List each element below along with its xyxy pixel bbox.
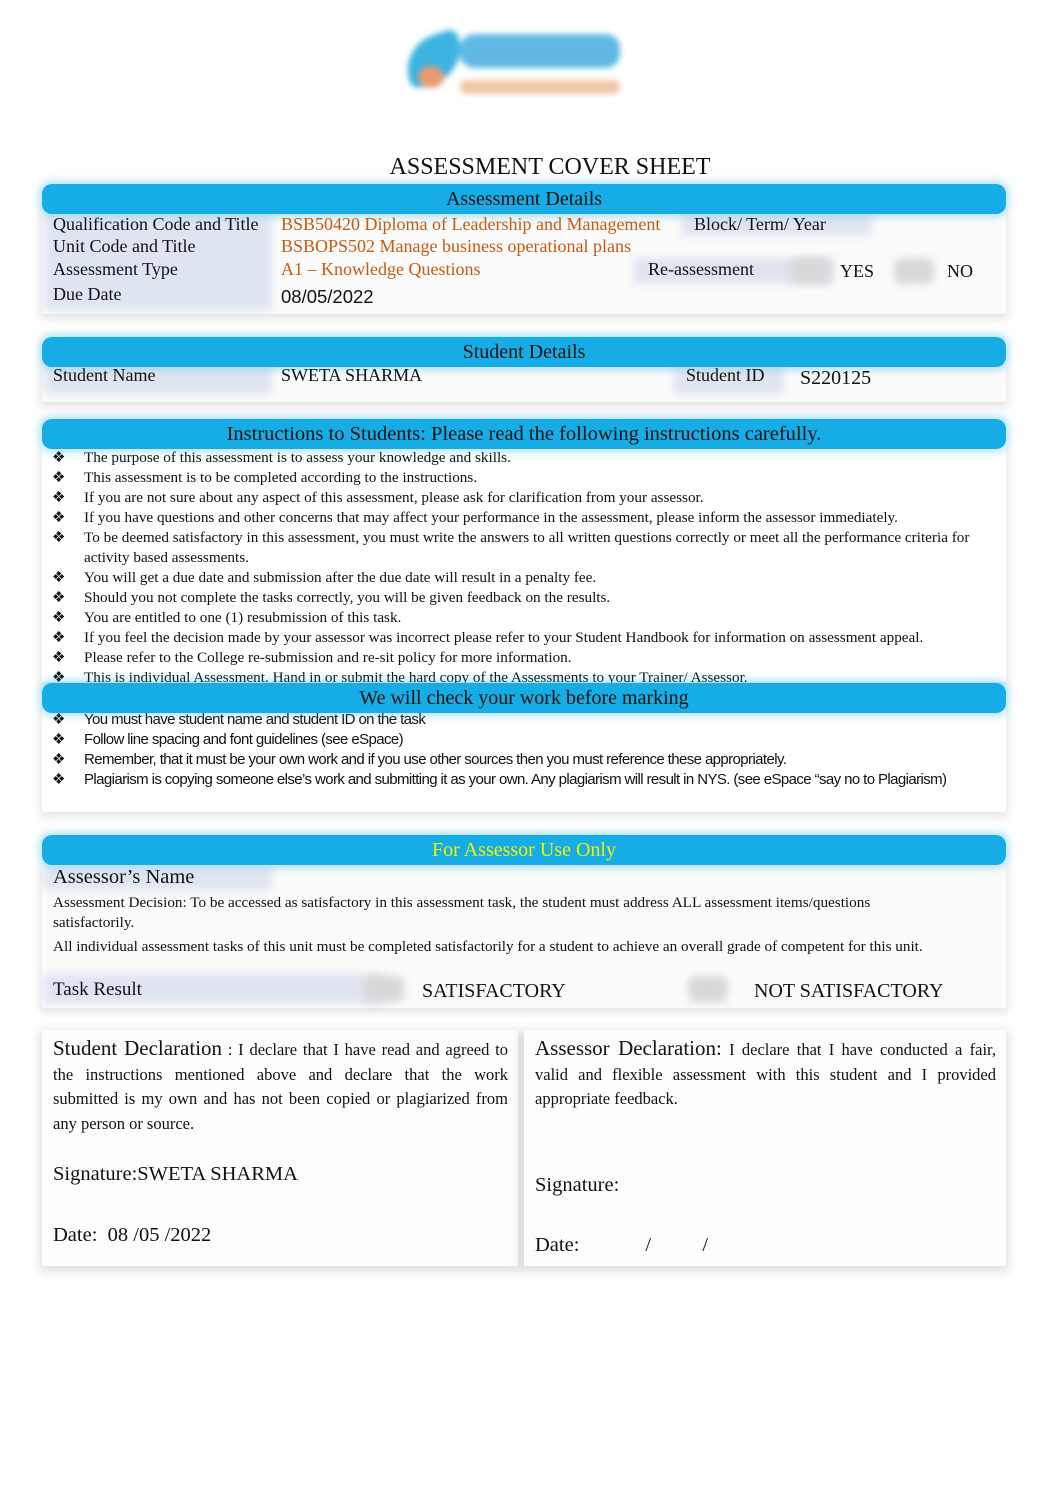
diamond-bullet-icon: ❖ <box>52 510 66 526</box>
diamond-bullet-icon: ❖ <box>52 771 65 788</box>
assessor-heading: For Assessor Use Only <box>42 835 1006 865</box>
diamond-bullet-icon: ❖ <box>52 610 66 626</box>
student-date-value[interactable]: 08 /05 /2022 <box>108 1224 212 1246</box>
assessor-declaration-heading: Assessor Declaration: <box>535 1036 722 1060</box>
unit-value: BSBOPS502 Manage business operational pl… <box>281 236 631 256</box>
list-item: ❖ Please refer to the College re-submissi… <box>52 648 974 668</box>
student-name-value[interactable]: SWETA SHARMA <box>281 365 422 386</box>
diamond-bullet-icon: ❖ <box>52 490 66 506</box>
assessment-decision-text: Assessment Decision: To be accessed as s… <box>53 894 871 931</box>
diamond-bullet-icon: ❖ <box>52 711 65 728</box>
not-satisfactory-label: NOT SATISFACTORY <box>754 980 944 1002</box>
list-item: ❖ The purpose of this assessment is to as… <box>52 448 974 468</box>
unit-label: Unit Code and Title <box>53 236 196 256</box>
list-item: ❖ You will get a due date and submission … <box>52 568 974 588</box>
list-item: ❖ Remember, that it must be your own work… <box>52 750 1006 770</box>
list-item-text: Plagiarism is copying someone else’s wor… <box>84 771 947 788</box>
diamond-bullet-icon: ❖ <box>52 470 66 486</box>
assessment-details-heading: Assessment Details <box>42 184 1006 214</box>
assessor-date-field[interactable]: / / <box>645 1234 708 1256</box>
reassessment-label: Re-assessment <box>648 259 754 279</box>
assessor-date-label: Date: <box>535 1234 580 1256</box>
list-item-text: If you have questions and other concerns… <box>84 509 898 526</box>
student-signature-label: Signature: <box>53 1163 138 1185</box>
skyline-logo-icon <box>398 26 622 104</box>
student-details-heading: Student Details <box>42 337 1006 367</box>
all-tasks-text: All individual assessment tasks of this … <box>53 938 923 955</box>
student-declaration-box: Student Declaration : I declare that I h… <box>42 1030 518 1266</box>
check-section: ❖ You must have student name and student … <box>42 708 1006 812</box>
list-item-text: Follow line spacing and font guidelines … <box>84 731 404 748</box>
assessor-signature-label: Signature: <box>535 1174 620 1196</box>
list-item-text: To be deemed satisfactory in this assess… <box>84 529 970 566</box>
instructions-section: ❖ The purpose of this assessment is to as… <box>42 446 1006 686</box>
list-item-text: You must have student name and student I… <box>84 711 426 728</box>
task-result-label: Task Result <box>53 979 142 1000</box>
student-name-label: Student Name <box>53 365 156 385</box>
reassessment-yes-checkbox[interactable] <box>790 258 830 284</box>
list-item-text: This assessment is to be completed accor… <box>84 469 478 486</box>
check-list: ❖ You must have student name and student … <box>52 710 1006 790</box>
diamond-bullet-icon: ❖ <box>52 450 66 466</box>
student-date-label: Date: <box>53 1224 98 1246</box>
diamond-bullet-icon: ❖ <box>52 650 66 666</box>
assessment-type-label: Assessment Type <box>53 259 178 279</box>
list-item: ❖ If you are not sure about any aspect of… <box>52 488 974 508</box>
block-term-year-label: Block/ Term/ Year <box>694 214 826 234</box>
list-item-text: Please refer to the College re-submissio… <box>84 649 572 666</box>
reassessment-no-label: NO <box>947 261 973 281</box>
diamond-bullet-icon: ❖ <box>52 630 66 646</box>
diamond-bullet-icon: ❖ <box>52 570 66 586</box>
list-item-text: If you are not sure about any aspect of … <box>84 489 704 506</box>
reassessment-no-checkbox[interactable] <box>894 258 934 284</box>
block-term-year-field[interactable] <box>880 214 1000 234</box>
list-item: ❖ You are entitled to one (1) resubmissio… <box>52 608 974 628</box>
instructions-heading: Instructions to Students: Please read th… <box>42 419 1006 449</box>
student-id-value[interactable]: S220125 <box>800 367 871 390</box>
due-date-value: 08/05/2022 <box>281 286 374 307</box>
list-item: ❖ Follow line spacing and font guidelines… <box>52 730 1006 750</box>
list-item: ❖ This assessment is to be completed acco… <box>52 468 974 488</box>
list-item: ❖ To be deemed satisfactory in this asses… <box>52 528 974 568</box>
assessment-type-value: A1 – Knowledge Questions <box>281 259 481 279</box>
diamond-bullet-icon: ❖ <box>52 530 66 546</box>
list-item: ❖ You must have student name and student … <box>52 710 1006 730</box>
reassessment-yes-label: YES <box>840 261 875 281</box>
list-item-text: You are entitled to one (1) resubmission… <box>84 609 402 626</box>
student-id-label: Student ID <box>686 365 765 385</box>
satisfactory-label: SATISFACTORY <box>422 980 566 1002</box>
list-item-text: Should you not complete the tasks correc… <box>84 589 611 606</box>
list-item: ❖ If you feel the decision made by your a… <box>52 628 974 648</box>
student-signature-value[interactable]: SWETA SHARMA <box>137 1163 298 1185</box>
diamond-bullet-icon: ❖ <box>52 751 65 768</box>
list-item: ❖ Should you not complete the tasks corre… <box>52 588 974 608</box>
instructions-list: ❖ The purpose of this assessment is to as… <box>52 448 974 688</box>
list-item-text: You will get a due date and submission a… <box>84 569 597 586</box>
list-item-text: The purpose of this assessment is to ass… <box>84 449 511 466</box>
student-declaration-heading: Student Declaration <box>53 1036 223 1060</box>
list-item: ❖ If you have questions and other concern… <box>52 508 974 528</box>
list-item: ❖ Plagiarism is copying someone else’s wo… <box>52 770 1006 790</box>
qualification-value: BSB50420 Diploma of Leadership and Manag… <box>281 214 661 234</box>
assessor-name-label: Assessor’s Name <box>53 866 195 888</box>
list-item-text: If you feel the decision made by your as… <box>84 629 924 646</box>
qualification-label: Qualification Code and Title <box>53 214 259 234</box>
diamond-bullet-icon: ❖ <box>52 590 66 606</box>
page-title: ASSESSMENT COVER SHEET <box>389 154 711 180</box>
list-item-text: Remember, that it must be your own work … <box>84 751 787 768</box>
due-date-label: Due Date <box>53 284 122 304</box>
satisfactory-checkbox[interactable] <box>364 976 404 1002</box>
check-heading: We will check your work before marking <box>42 683 1006 713</box>
diamond-bullet-icon: ❖ <box>52 731 65 748</box>
assessor-declaration-box: Assessor Declaration: I declare that I h… <box>524 1030 1006 1266</box>
not-satisfactory-checkbox[interactable] <box>688 976 728 1002</box>
